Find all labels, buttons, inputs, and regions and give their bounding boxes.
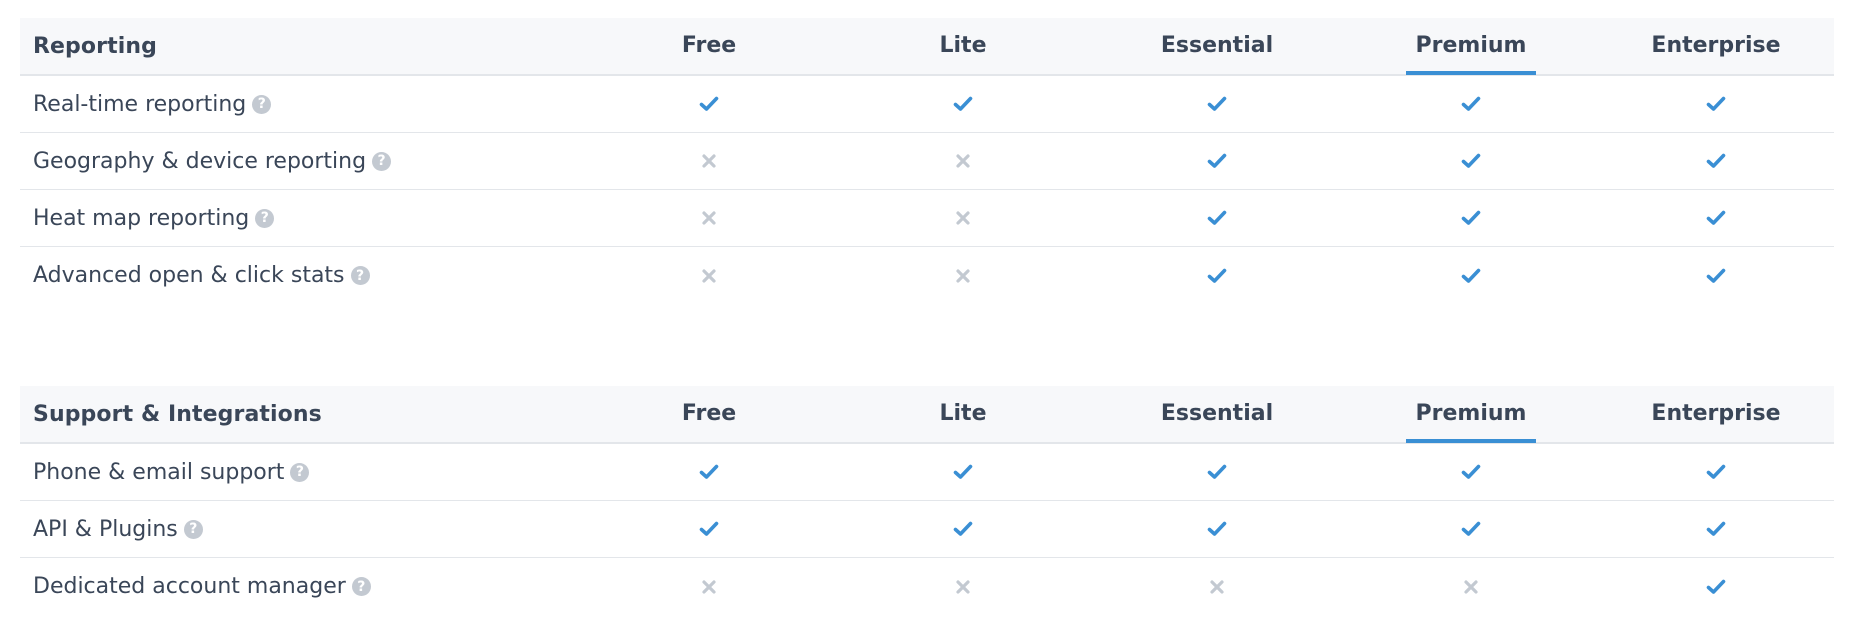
cross-icon (952, 265, 974, 287)
question-circle-icon[interactable]: ? (255, 208, 275, 228)
support-header-row: Support & Integrations Free Lite Essenti… (20, 386, 1834, 444)
question-circle-icon[interactable]: ? (351, 577, 371, 596)
plan-name-enterprise: Enterprise (1651, 33, 1781, 58)
feature-label: Dedicated account manager (33, 574, 346, 599)
plan-name-enterprise: Enterprise (1651, 401, 1781, 426)
feature-label: Heat map reporting (33, 205, 250, 231)
feature-row: Heat map reporting ? (20, 190, 1834, 247)
pricing-comparison-page: Reporting Free Lite Essential Premium En… (0, 0, 1854, 626)
plan-name-premium: Premium (1405, 385, 1537, 443)
question-circle-icon[interactable]: ? (350, 266, 370, 285)
check-icon (1705, 265, 1727, 287)
question-circle-icon[interactable]: ? (372, 151, 392, 171)
check-icon (1705, 207, 1727, 229)
check-icon (1460, 518, 1482, 540)
plan-name-free: Free (681, 33, 737, 58)
check-icon (1705, 93, 1727, 115)
check-icon (952, 518, 974, 540)
check-icon (1705, 576, 1727, 598)
check-icon (1705, 150, 1727, 172)
feature-label: Advanced open & click stats (33, 263, 345, 288)
check-icon (1705, 461, 1727, 483)
check-icon (1206, 265, 1228, 287)
check-icon (1460, 461, 1482, 483)
cross-icon (698, 150, 720, 172)
check-icon (1206, 461, 1228, 483)
check-icon (1206, 93, 1228, 115)
check-icon (698, 461, 720, 483)
check-icon (952, 461, 974, 483)
feature-row: Dedicated account manager ? (20, 558, 1834, 615)
check-icon (1460, 150, 1482, 172)
plan-name-free: Free (681, 401, 737, 426)
check-icon (698, 93, 720, 115)
check-icon (1460, 207, 1482, 229)
plan-name-premium: Premium (1405, 17, 1537, 75)
cross-icon (698, 576, 720, 598)
cross-icon (952, 576, 974, 598)
cross-icon (698, 265, 720, 287)
reporting-section: Reporting Free Lite Essential Premium En… (20, 18, 1834, 304)
feature-row: API & Plugins ? (20, 501, 1834, 558)
plan-name-essential: Essential (1160, 401, 1274, 426)
question-circle-icon[interactable]: ? (183, 519, 203, 539)
plan-name-lite: Lite (939, 33, 987, 58)
check-icon (698, 518, 720, 540)
support-integrations-section: Support & Integrations Free Lite Essenti… (20, 386, 1834, 615)
cross-icon (698, 207, 720, 229)
feature-label: Phone & email support (33, 459, 285, 485)
section-title: Support & Integrations (33, 401, 322, 427)
section-title: Reporting (33, 33, 157, 59)
cross-icon (1206, 576, 1228, 598)
feature-label: Real-time reporting (33, 91, 247, 117)
check-icon (1460, 265, 1482, 287)
cross-icon (952, 150, 974, 172)
feature-label: Geography & device reporting (33, 148, 367, 174)
feature-label: API & Plugins (33, 516, 178, 542)
cross-icon (952, 207, 974, 229)
reporting-header-row: Reporting Free Lite Essential Premium En… (20, 18, 1834, 76)
check-icon (952, 93, 974, 115)
plan-name-essential: Essential (1160, 33, 1274, 58)
plan-name-lite: Lite (939, 401, 987, 426)
check-icon (1206, 150, 1228, 172)
check-icon (1460, 93, 1482, 115)
check-icon (1206, 518, 1228, 540)
check-icon (1705, 518, 1727, 540)
question-circle-icon[interactable]: ? (290, 462, 310, 482)
feature-row: Phone & email support ? (20, 444, 1834, 501)
cross-icon (1460, 576, 1482, 598)
question-circle-icon[interactable]: ? (252, 94, 272, 114)
feature-row: Geography & device reporting ? (20, 133, 1834, 190)
check-icon (1206, 207, 1228, 229)
feature-row: Advanced open & click stats ? (20, 247, 1834, 304)
feature-row: Real-time reporting ? (20, 76, 1834, 133)
